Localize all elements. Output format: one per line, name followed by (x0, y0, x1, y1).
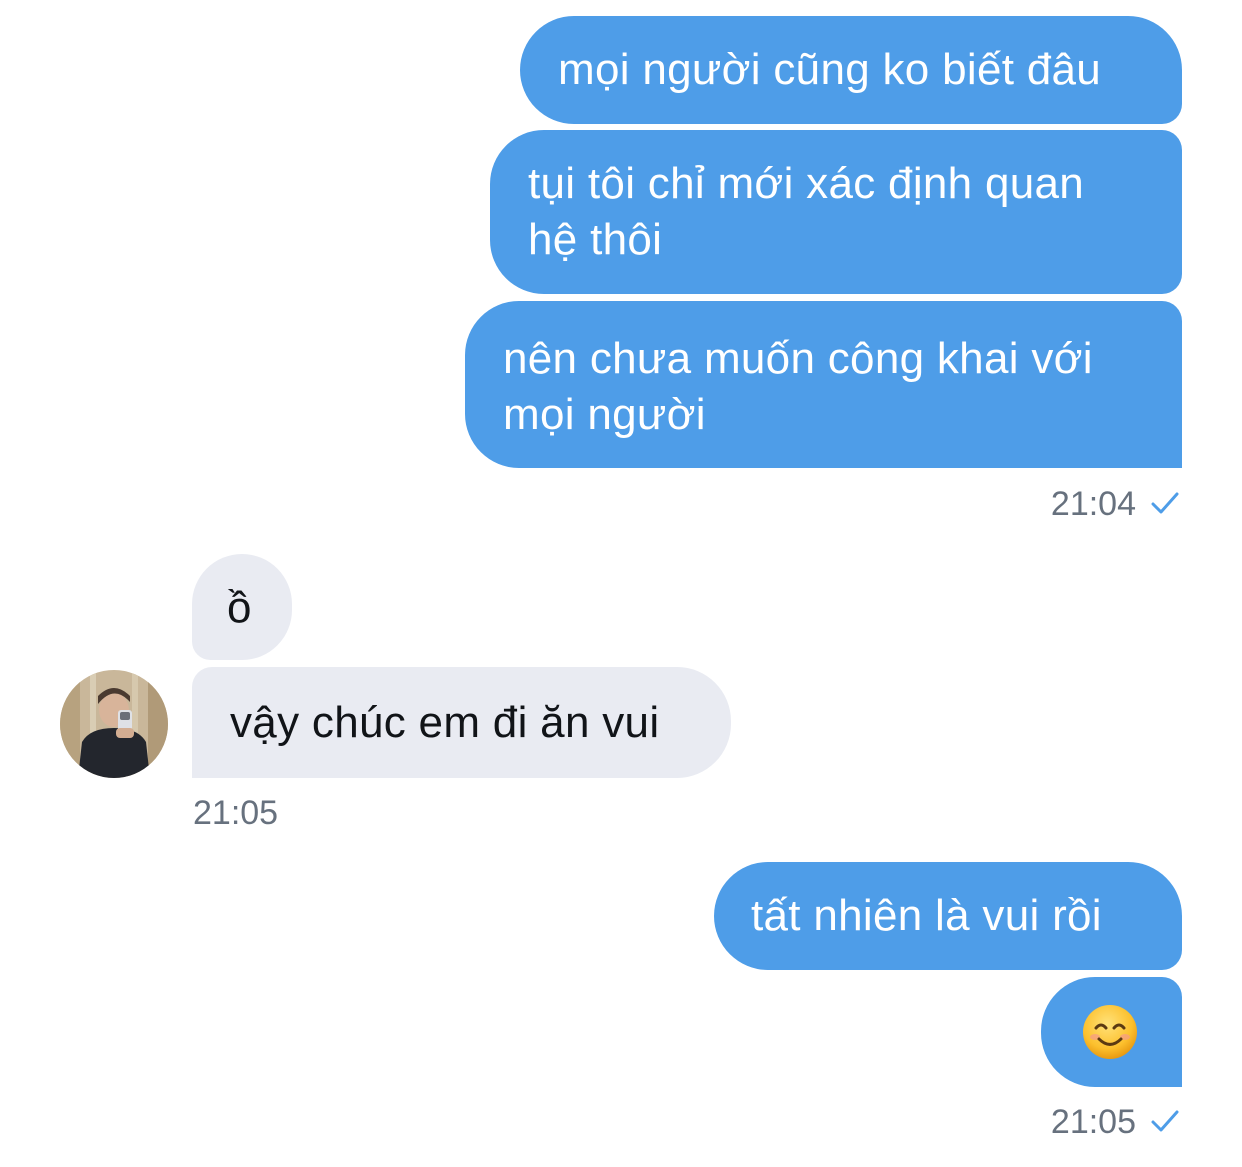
avatar-photo (60, 670, 168, 778)
message-bubble-outgoing[interactable] (1041, 977, 1182, 1087)
checkmark-icon (1151, 1110, 1179, 1132)
message-timestamp: 21:05 (193, 793, 278, 833)
message-text: tụi tôi chỉ mới xác định quan hệ thôi (528, 159, 1085, 264)
message-text: nên chưa muốn công khai với mọi người (503, 334, 1093, 439)
timestamp-text: 21:05 (1050, 1103, 1136, 1141)
contact-avatar[interactable] (60, 670, 168, 778)
message-text: tất nhiên là vui rồi (751, 891, 1102, 940)
message-text: mọi người cũng ko biết đâu (558, 45, 1102, 94)
message-timestamp: 21:04 (1051, 484, 1180, 524)
message-bubble-outgoing[interactable]: nên chưa muốn công khai với mọi người (465, 301, 1182, 468)
message-bubble-outgoing[interactable]: tụi tôi chỉ mới xác định quan hệ thôi (490, 130, 1182, 294)
message-bubble-incoming[interactable]: ồ (192, 554, 292, 660)
message-bubble-outgoing[interactable]: tất nhiên là vui rồi (714, 862, 1182, 970)
message-bubble-incoming[interactable]: vậy chúc em đi ăn vui (192, 667, 731, 778)
message-text: ồ (227, 583, 252, 632)
timestamp-text: 21:05 (193, 794, 279, 832)
message-bubble-outgoing[interactable]: mọi người cũng ko biết đâu (520, 16, 1182, 124)
message-timestamp: 21:05 (1051, 1102, 1180, 1142)
checkmark-icon (1151, 492, 1179, 514)
message-text: vậy chúc em đi ăn vui (230, 698, 660, 747)
smiling-face-emoji-icon (1083, 1005, 1137, 1059)
timestamp-text: 21:04 (1050, 485, 1136, 523)
